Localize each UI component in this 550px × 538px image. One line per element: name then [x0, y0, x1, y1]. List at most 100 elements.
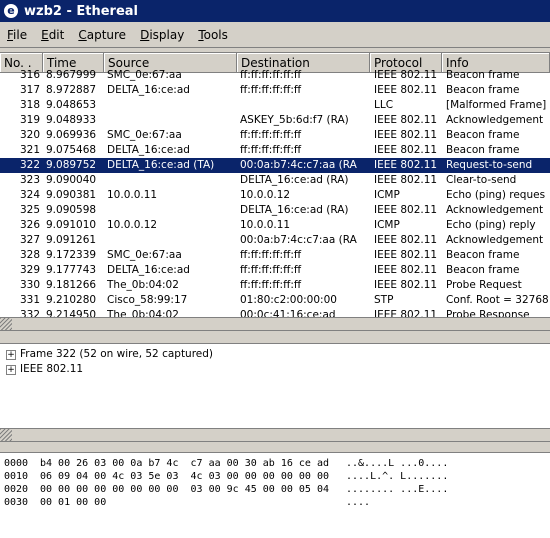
- hex-ascii: ....: [346, 497, 371, 508]
- table-row[interactable]: 330 9.181266 The_0b:04:02 ff:ff:ff:ff:ff:ff…: [0, 278, 550, 293]
- window-title: wzb2 - Ethereal: [24, 3, 138, 19]
- tree-item-label: IEEE 802.11: [20, 363, 84, 375]
- packet-protocol: IEEE 802.11: [374, 159, 438, 171]
- packet-destination: DELTA_16:ce:ad (RA): [240, 204, 349, 216]
- packet-info: Echo (ping) reply: [446, 219, 536, 231]
- packet-destination: ff:ff:ff:ff:ff:ff: [240, 129, 302, 141]
- menu-item[interactable]: Display: [133, 28, 191, 42]
- table-row[interactable]: 331 9.210280 Cisco_58:99:17 01:80:c2:00:00:…: [0, 293, 550, 308]
- table-row[interactable]: 321 9.075468 DELTA_16:ce:ad ff:ff:ff:ff:ff:…: [0, 143, 550, 158]
- table-row[interactable]: 325 9.090598 DELTA_16:ce:ad (RA) IEEE 802.1…: [0, 203, 550, 218]
- packet-destination: ff:ff:ff:ff:ff:ff: [240, 69, 302, 81]
- menu-item[interactable]: Edit: [34, 28, 71, 42]
- pane-splitter-top[interactable]: [0, 317, 550, 331]
- table-row[interactable]: 324 9.090381 10.0.0.11 10.0.0.12 ICMP Echo (p…: [0, 188, 550, 203]
- menu-item[interactable]: File: [0, 28, 34, 42]
- packet-destination: 00:0c:41:16:ce:ad: [240, 309, 336, 317]
- ethereal-logo-icon[interactable]: e: [4, 4, 18, 18]
- packet-source: SMC_0e:67:aa: [107, 249, 182, 261]
- menu-mnemonic: E: [41, 28, 49, 42]
- table-row[interactable]: 317 8.972887 DELTA_16:ce:ad ff:ff:ff:ff:ff:…: [0, 83, 550, 98]
- table-row[interactable]: 318 9.048653 LLC [Malformed Frame]: [0, 98, 550, 113]
- packet-number: 331: [19, 294, 40, 306]
- table-row[interactable]: 327 9.091261 00:0a:b7:4c:c7:aa (RA IEEE 802…: [0, 233, 550, 248]
- packet-time: 8.967999: [46, 69, 97, 81]
- packet-source: Cisco_58:99:17: [107, 294, 188, 306]
- packet-info: Beacon frame: [446, 129, 520, 141]
- menu-label-rest: apture: [86, 28, 127, 42]
- hex-ascii: ........ ...E....: [346, 484, 449, 495]
- packet-protocol: IEEE 802.11: [374, 204, 438, 216]
- table-row[interactable]: 320 9.069936 SMC_0e:67:aa ff:ff:ff:ff:ff:ff…: [0, 128, 550, 143]
- hex-row: 0000 b4 00 26 03 00 0a b7 4c c7 aa 00 30 …: [0, 457, 550, 470]
- packet-protocol: IEEE 802.11: [374, 234, 438, 246]
- table-row[interactable]: 323 9.090040 DELTA_16:ce:ad (RA) IEEE 802.1…: [0, 173, 550, 188]
- packet-protocol: IEEE 802.11: [374, 129, 438, 141]
- packet-number: 320: [19, 129, 40, 141]
- packet-destination: 00:0a:b7:4c:c7:aa (RA: [240, 159, 357, 171]
- packet-source: SMC_0e:67:aa: [107, 69, 182, 81]
- title-bar: e wzb2 - Ethereal: [0, 0, 550, 22]
- tree-item[interactable]: + IEEE 802.11: [0, 362, 550, 377]
- table-row[interactable]: 319 9.048933 ASKEY_5b:6d:f7 (RA) IEEE 802.1…: [0, 113, 550, 128]
- packet-source: 10.0.0.12: [107, 219, 158, 231]
- packet-number: 326: [19, 219, 40, 231]
- packet-time: 9.091010: [46, 219, 97, 231]
- packet-list[interactable]: No. . Time Source Destination Protocol I…: [0, 52, 550, 317]
- packet-number: 324: [19, 189, 40, 201]
- packet-info: Acknowledgement: [446, 114, 544, 126]
- packet-info: Probe Request: [446, 279, 522, 291]
- packet-time: 9.210280: [46, 294, 97, 306]
- packet-protocol: LLC: [374, 99, 394, 111]
- table-row[interactable]: 332 9.214950 The_0b:04:02 00:0c:41:16:ce:ad…: [0, 308, 550, 317]
- packet-time: 9.090040: [46, 174, 97, 186]
- packet-info: Clear-to-send: [446, 174, 517, 186]
- resize-grip-icon[interactable]: [0, 318, 12, 330]
- packet-info: Acknowledgement: [446, 234, 544, 246]
- hex-row: 0030 00 01 00 00....: [0, 496, 550, 509]
- packet-source: DELTA_16:ce:ad: [107, 84, 190, 96]
- table-row[interactable]: 326 9.091010 10.0.0.12 10.0.0.11 ICMP Echo (p…: [0, 218, 550, 233]
- packet-destination: ASKEY_5b:6d:f7 (RA): [240, 114, 349, 126]
- packet-time: 9.091261: [46, 234, 97, 246]
- packet-rows: 316 8.967999 SMC_0e:67:aa ff:ff:ff:ff:ff:ff…: [0, 68, 550, 317]
- packet-protocol: IEEE 802.11: [374, 114, 438, 126]
- tree-item[interactable]: + Frame 322 (52 on wire, 52 captured): [0, 347, 550, 362]
- packet-destination: ff:ff:ff:ff:ff:ff: [240, 264, 302, 276]
- menu-label-rest: dit: [48, 28, 65, 42]
- packet-bytes-pane[interactable]: 0000 b4 00 26 03 00 0a b7 4c c7 aa 00 30 …: [0, 452, 550, 538]
- packet-destination: 01:80:c2:00:00:00: [240, 294, 337, 306]
- table-row[interactable]: 328 9.172339 SMC_0e:67:aa ff:ff:ff:ff:ff:ff…: [0, 248, 550, 263]
- resize-grip-icon[interactable]: [0, 429, 12, 441]
- expand-plus-icon[interactable]: +: [6, 365, 16, 375]
- packet-destination: 10.0.0.11: [240, 219, 291, 231]
- expand-plus-icon[interactable]: +: [6, 350, 16, 360]
- menu-bar: File Edit Capture Display Tools: [0, 23, 550, 48]
- packet-number: 319: [19, 114, 40, 126]
- packet-destination: 10.0.0.12: [240, 189, 291, 201]
- packet-info: Conf. Root = 32768: [446, 294, 549, 306]
- packet-info: Echo (ping) reques: [446, 189, 546, 201]
- hex-offset: 0010: [4, 471, 29, 482]
- packet-destination: ff:ff:ff:ff:ff:ff: [240, 84, 302, 96]
- packet-details-pane[interactable]: + Frame 322 (52 on wire, 52 captured) + IEE…: [0, 343, 550, 431]
- packet-number: 317: [19, 84, 40, 96]
- table-row-selected[interactable]: 322 9.089752 DELTA_16:ce:ad (TA) 00:0a:b7:4…: [0, 158, 550, 173]
- table-row[interactable]: 316 8.967999 SMC_0e:67:aa ff:ff:ff:ff:ff:ff…: [0, 68, 550, 83]
- packet-protocol: ICMP: [374, 189, 400, 201]
- tree-item-label: Frame 322 (52 on wire, 52 captured): [20, 348, 214, 360]
- packet-number: 316: [19, 69, 40, 81]
- pane-splitter-bottom[interactable]: [0, 428, 550, 442]
- menu-item[interactable]: Capture: [71, 28, 133, 42]
- packet-number: 322: [19, 159, 40, 171]
- packet-source: The_0b:04:02: [107, 279, 179, 291]
- table-row[interactable]: 329 9.177743 DELTA_16:ce:ad ff:ff:ff:ff:ff:…: [0, 263, 550, 278]
- menu-item[interactable]: Tools: [191, 28, 235, 42]
- packet-time: 9.090598: [46, 204, 97, 216]
- packet-source: 10.0.0.11: [107, 189, 158, 201]
- packet-time: 9.089752: [46, 159, 97, 171]
- packet-time: 9.069936: [46, 129, 97, 141]
- packet-info: Probe Response: [446, 309, 530, 317]
- packet-source: SMC_0e:67:aa: [107, 129, 182, 141]
- packet-info: Beacon frame: [446, 144, 520, 156]
